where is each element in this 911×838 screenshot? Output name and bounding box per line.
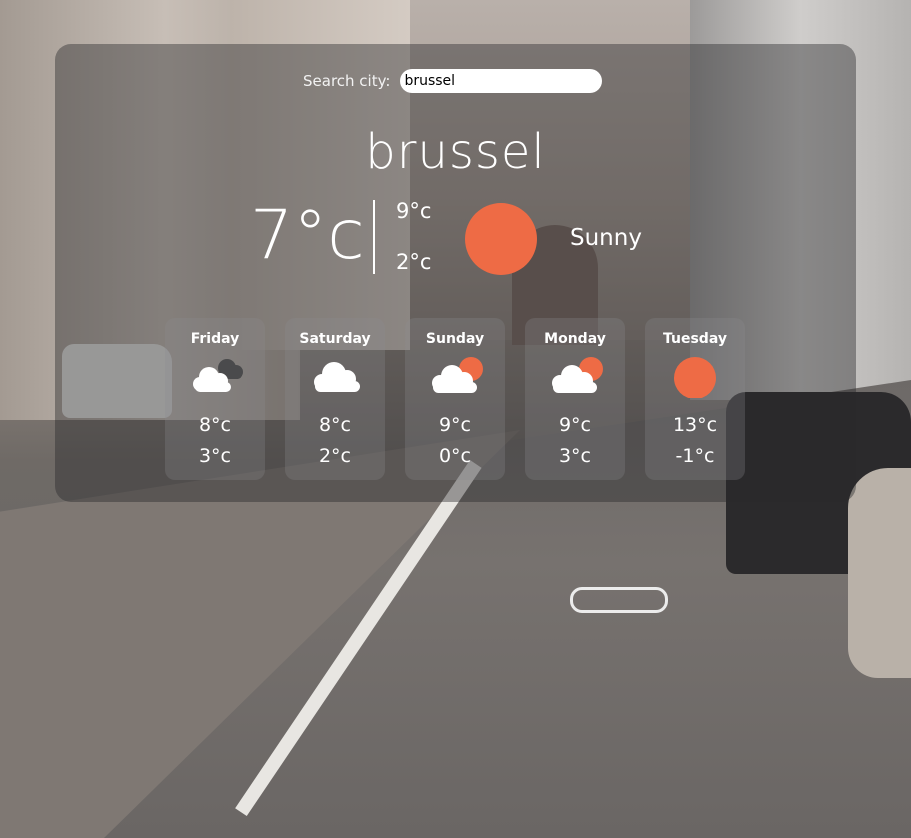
- search-bar: Search city:: [303, 69, 603, 93]
- forecast-high: 8°c: [318, 414, 352, 436]
- forecast-day: Tuesday: [663, 331, 727, 347]
- search-label: Search city:: [303, 72, 391, 90]
- forecast-low: -1°c: [675, 445, 715, 467]
- today-low-temperature: 2°c: [396, 250, 432, 274]
- forecast-card-tuesday: Tuesday 13°c -1°c: [645, 318, 745, 480]
- weather-condition: Sunny: [570, 225, 642, 251]
- forecast-high: 13°c: [672, 414, 718, 436]
- current-temperature: 7°c: [250, 196, 365, 275]
- sun-behind-cloud-icon: [432, 357, 483, 393]
- forecast-card-sunday: Sunday 9°c 0°c: [405, 318, 505, 480]
- cloud-dark-cloud-icon: [193, 359, 243, 392]
- today-high-temperature: 9°c: [396, 199, 432, 223]
- forecast-day: Saturday: [299, 331, 371, 347]
- forecast-low: 0°c: [438, 445, 472, 467]
- temperature-divider: [373, 200, 375, 274]
- forecast-low: 3°c: [198, 445, 232, 467]
- forecast-low: 2°c: [318, 445, 352, 467]
- forecast-day: Monday: [544, 331, 606, 347]
- forecast-high: 9°c: [438, 414, 472, 436]
- forecast-day: Sunday: [425, 331, 485, 347]
- sun-icon: [465, 203, 537, 275]
- sun-icon: [674, 357, 716, 398]
- forecast-card-friday: Friday 8°c 3°c: [165, 318, 265, 480]
- city-name: brussel: [365, 124, 546, 180]
- app-background: Search city: brussel 7°c 9°c 2°c Sunny F…: [0, 0, 911, 838]
- cloud-icon: [314, 362, 360, 392]
- sun-behind-cloud-icon: [552, 357, 603, 393]
- weather-panel: Search city: brussel 7°c 9°c 2°c Sunny F…: [55, 44, 856, 502]
- parked-car-light: [848, 468, 911, 678]
- forecast-card-saturday: Saturday 8°c 2°c: [285, 318, 385, 480]
- bike-lane-marking: [570, 587, 668, 613]
- forecast-high: 9°c: [558, 414, 592, 436]
- forecast-high: 8°c: [198, 414, 232, 436]
- search-input[interactable]: [400, 69, 603, 93]
- forecast-low: 3°c: [558, 445, 592, 467]
- forecast-day: Friday: [190, 331, 240, 347]
- forecast-card-monday: Monday 9°c 3°c: [525, 318, 625, 480]
